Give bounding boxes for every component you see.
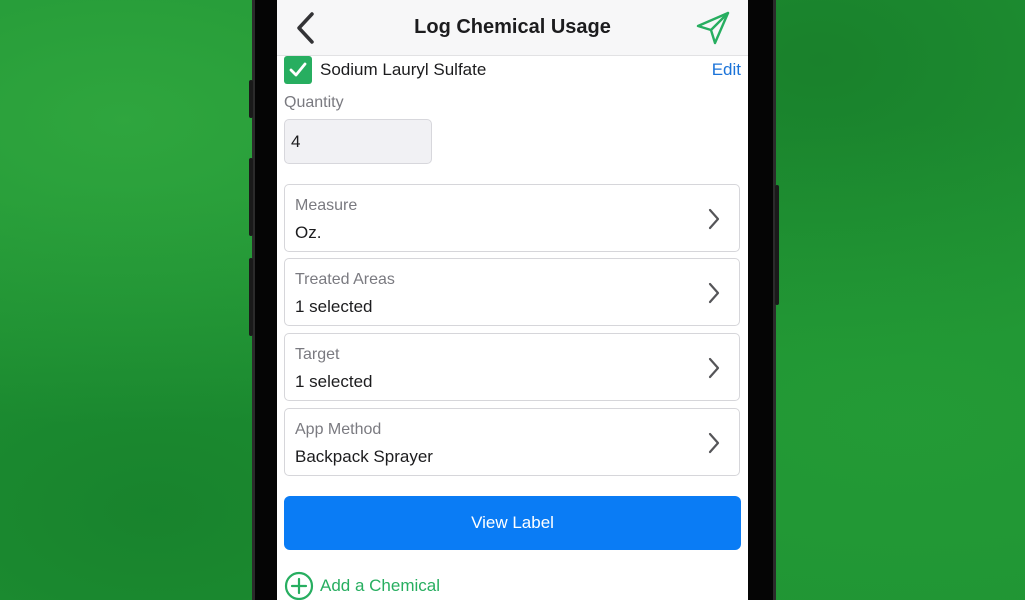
- target-value: 1 selected: [295, 372, 373, 391]
- chemical-row: Sodium Lauryl Sulfate Edit: [284, 56, 741, 84]
- app-method-value: Backpack Sprayer: [295, 447, 433, 466]
- chevron-right-icon: [708, 432, 720, 454]
- treated-areas-selector[interactable]: Treated Areas 1 selected: [284, 258, 740, 326]
- chevron-right-icon: [708, 208, 720, 230]
- page-title: Log Chemical Usage: [414, 16, 611, 38]
- submit-button[interactable]: [694, 9, 732, 47]
- add-chemical-label: Add a Chemical: [320, 576, 441, 595]
- chevron-right-icon: [708, 357, 720, 379]
- phone-power-button: [775, 185, 779, 305]
- measure-selector[interactable]: Measure Oz.: [284, 184, 740, 252]
- chevron-right-icon: [708, 282, 720, 304]
- app-method-selector[interactable]: App Method Backpack Sprayer: [284, 408, 740, 476]
- app-screen: Log Chemical Usage Sodium Lauryl Sulfate…: [277, 0, 748, 600]
- checkmark-icon: [289, 62, 307, 77]
- quantity-input[interactable]: [284, 119, 432, 164]
- green-background-left: [0, 0, 252, 600]
- paper-plane-icon: [696, 11, 730, 45]
- quantity-label: Quantity: [284, 94, 344, 111]
- nav-header: Log Chemical Usage: [277, 0, 748, 56]
- app-method-label: App Method: [295, 421, 382, 438]
- plus-circle-icon: [284, 571, 314, 600]
- phone-volume-down-button: [249, 258, 253, 336]
- measure-label: Measure: [295, 197, 358, 214]
- green-background-right: [773, 0, 1025, 600]
- treated-areas-value: 1 selected: [295, 297, 373, 316]
- chemical-checkbox[interactable]: [284, 56, 312, 84]
- chemical-name: Sodium Lauryl Sulfate: [320, 60, 487, 79]
- phone-side-button: [249, 80, 253, 118]
- view-label-button[interactable]: View Label: [284, 496, 741, 550]
- measure-value: Oz.: [295, 223, 322, 242]
- edit-chemical-link[interactable]: Edit: [712, 60, 741, 80]
- target-label: Target: [295, 346, 340, 363]
- phone-volume-up-button: [249, 158, 253, 236]
- target-selector[interactable]: Target 1 selected: [284, 333, 740, 401]
- treated-areas-label: Treated Areas: [295, 271, 395, 288]
